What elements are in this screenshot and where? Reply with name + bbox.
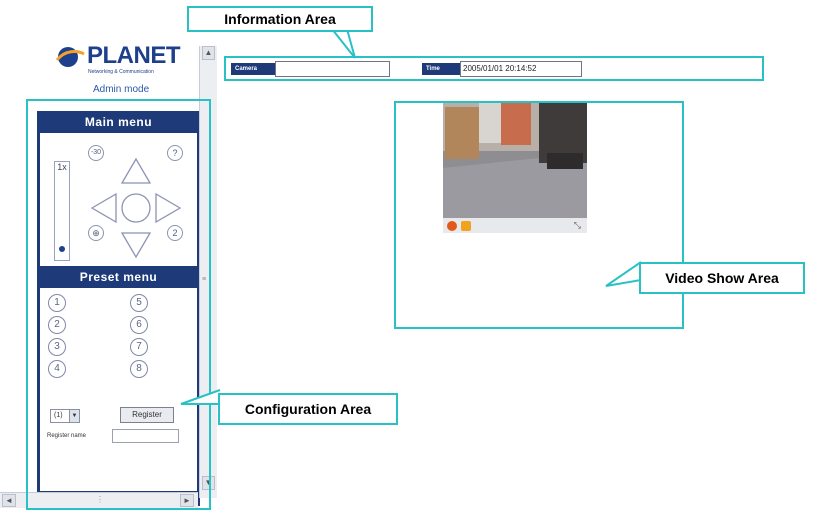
information-area-callout: Information Area	[187, 6, 373, 32]
video-show-area-callout: Video Show Area	[639, 262, 805, 294]
callout-leaders	[180, 28, 642, 405]
configuration-area-callout: Configuration Area	[218, 393, 398, 425]
